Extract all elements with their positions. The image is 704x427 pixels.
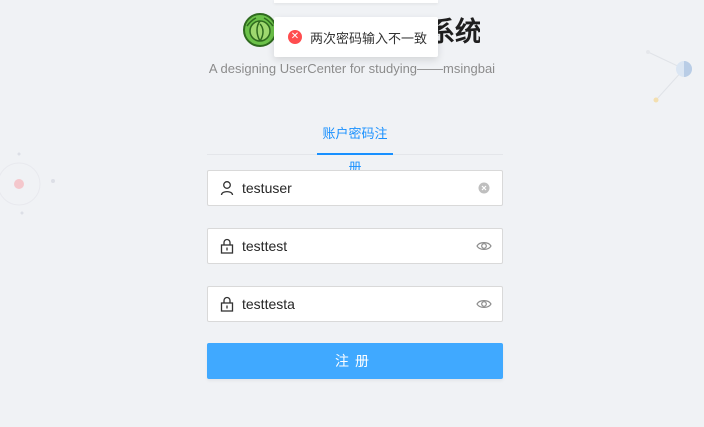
- error-toast: ✕ 两次密码输入不一致: [274, 17, 438, 57]
- toast-message: 两次密码输入不一致: [310, 31, 428, 47]
- toast-shadow-edge: [274, 0, 438, 3]
- username-input[interactable]: [242, 173, 476, 203]
- decor-right-molecule: [646, 50, 692, 103]
- eye-icon[interactable]: [476, 238, 492, 254]
- cabbage-logo-icon: [243, 13, 277, 47]
- register-page: 系统 A designing UserCenter for studying——…: [0, 0, 704, 427]
- password-input[interactable]: [242, 231, 476, 261]
- error-circle-icon: ✕: [288, 30, 302, 44]
- lock-icon: [220, 296, 234, 312]
- lock-icon: [220, 238, 234, 254]
- clear-icon[interactable]: [476, 180, 492, 196]
- register-tabs: 账户密码注册: [207, 118, 503, 176]
- page-subtitle: A designing UserCenter for studying——msi…: [208, 61, 496, 76]
- eye-icon[interactable]: [476, 296, 492, 312]
- confirm-password-input[interactable]: [242, 289, 476, 319]
- tab-active-indicator: [317, 153, 393, 155]
- user-icon: [220, 181, 234, 196]
- username-field[interactable]: [207, 170, 503, 206]
- password-field[interactable]: [207, 228, 503, 264]
- tab-account-password-register[interactable]: 账户密码注册: [317, 118, 393, 176]
- confirm-password-field[interactable]: [207, 286, 503, 322]
- decor-left-orbit: [0, 152, 55, 215]
- register-button[interactable]: 注册: [207, 343, 503, 379]
